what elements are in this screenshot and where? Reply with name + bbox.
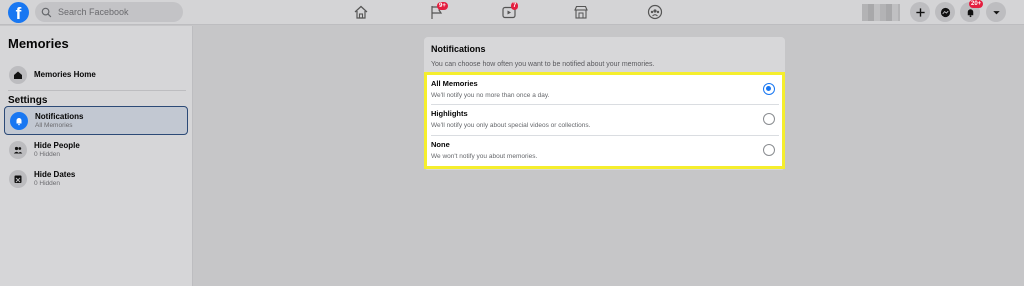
option-description: We'll notify you only about special vide… bbox=[431, 122, 591, 129]
sidebar-item-label: Memories Home bbox=[34, 70, 96, 79]
option-label: All Memories bbox=[431, 79, 478, 88]
flag-icon[interactable]: 9+ bbox=[428, 2, 448, 21]
search-box[interactable]: Search Facebook bbox=[35, 2, 183, 22]
calendar-icon bbox=[9, 169, 27, 188]
caret-down-icon bbox=[992, 10, 1000, 14]
pages-badge: 9+ bbox=[437, 2, 448, 10]
people-icon bbox=[9, 140, 27, 159]
sidebar-title: Memories bbox=[8, 36, 69, 51]
search-icon bbox=[41, 7, 52, 17]
card-description: You can choose how often you want to be … bbox=[431, 61, 655, 68]
option-highlights[interactable]: Highlights We'll notify you only about s… bbox=[431, 105, 779, 135]
profile-avatar[interactable] bbox=[862, 4, 900, 21]
sidebar-item-label: Hide Dates bbox=[34, 170, 76, 179]
option-none[interactable]: None We won't notify you about memories. bbox=[431, 136, 779, 166]
sidebar-item-memories-home[interactable]: Memories Home bbox=[4, 60, 188, 89]
messenger-icon bbox=[940, 7, 950, 17]
top-bar: f Search Facebook 9+ 7 20+ bbox=[0, 0, 1024, 25]
sidebar-item-label: Hide People bbox=[34, 141, 80, 150]
plus-icon bbox=[915, 7, 925, 17]
sidebar-divider bbox=[8, 90, 186, 91]
sidebar-item-label: Notifications bbox=[35, 112, 84, 121]
account-menu-button[interactable] bbox=[986, 2, 1006, 22]
radio-all-memories[interactable] bbox=[763, 83, 775, 95]
notifications-badge: 20+ bbox=[969, 0, 984, 8]
sidebar-item-sub: 0 Hidden bbox=[34, 151, 61, 158]
notification-options: All Memories We'll notify you no more th… bbox=[424, 72, 785, 169]
option-label: Highlights bbox=[431, 109, 468, 118]
sidebar-item-hide-people[interactable]: Hide People 0 Hidden bbox=[4, 135, 188, 164]
home-icon bbox=[9, 65, 27, 84]
sidebar-item-notifications[interactable]: Notifications All Memories bbox=[4, 106, 188, 135]
notifications-card: Notifications You can choose how often y… bbox=[424, 37, 785, 170]
marketplace-icon[interactable] bbox=[572, 3, 590, 21]
radio-none[interactable] bbox=[763, 144, 775, 156]
sidebar-item-sub: All Memories bbox=[35, 122, 73, 129]
watch-icon[interactable]: 7 bbox=[500, 2, 519, 21]
settings-heading: Settings bbox=[8, 95, 48, 106]
facebook-logo[interactable]: f bbox=[8, 2, 29, 23]
create-button[interactable] bbox=[910, 2, 930, 22]
sidebar-item-hide-dates[interactable]: Hide Dates 0 Hidden bbox=[4, 164, 188, 193]
notifications-button[interactable]: 20+ bbox=[960, 0, 984, 22]
radio-highlights[interactable] bbox=[763, 113, 775, 125]
card-title: Notifications bbox=[431, 44, 486, 54]
bell-icon bbox=[10, 111, 28, 130]
memories-sidebar: Memories Memories Home Settings Notifica… bbox=[0, 26, 193, 286]
home-icon[interactable] bbox=[352, 3, 370, 21]
groups-icon[interactable] bbox=[646, 3, 664, 21]
option-description: We'll notify you no more than once a day… bbox=[431, 92, 550, 99]
sidebar-item-sub: 0 Hidden bbox=[34, 180, 61, 187]
watch-badge: 7 bbox=[511, 2, 519, 10]
search-placeholder[interactable]: Search Facebook bbox=[58, 7, 129, 17]
option-description: We won't notify you about memories. bbox=[431, 153, 538, 160]
messenger-button[interactable] bbox=[935, 2, 955, 22]
option-all-memories[interactable]: All Memories We'll notify you no more th… bbox=[431, 75, 779, 105]
bell-icon bbox=[967, 8, 973, 17]
option-label: None bbox=[431, 140, 450, 149]
